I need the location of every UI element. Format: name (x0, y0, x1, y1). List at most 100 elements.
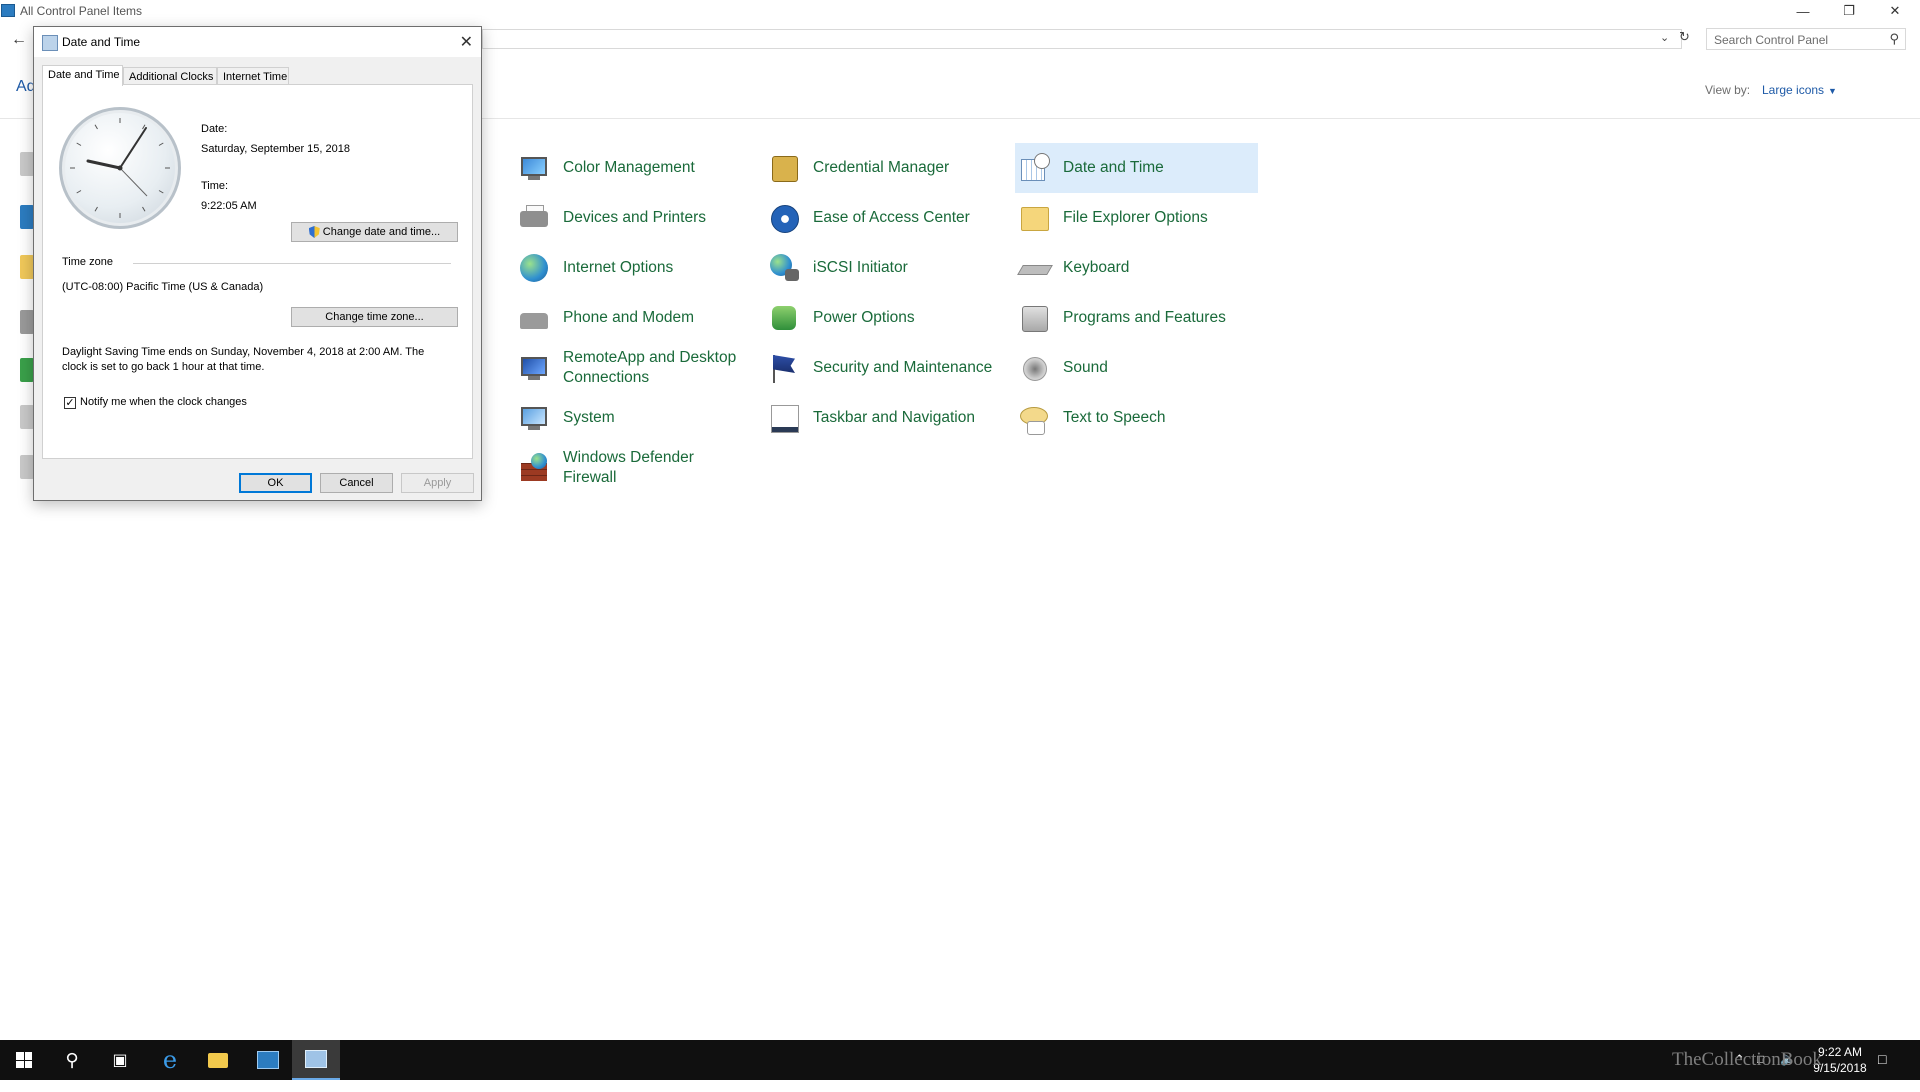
server-manager-icon[interactable] (244, 1040, 292, 1080)
hidden-item-icon[interactable] (20, 205, 34, 229)
dialog-titlebar: Date and Time ✕ (34, 27, 481, 57)
tab-internet-time[interactable]: Internet Time (217, 67, 289, 85)
ok-button[interactable]: OK (239, 473, 312, 493)
minimize-button[interactable]: — (1780, 0, 1826, 22)
item-ease-of-access[interactable]: Ease of Access Center (767, 194, 1002, 242)
date-time-tab-panel: Date: Saturday, September 15, 2018 Time:… (42, 84, 473, 459)
time-label: Time: (201, 180, 229, 192)
item-programs-features[interactable]: Programs and Features (1017, 294, 1257, 342)
file-explorer-icon[interactable] (194, 1040, 242, 1080)
item-label-line2: Connections (563, 369, 650, 386)
hidden-item-icon[interactable] (20, 255, 34, 279)
item-credential-manager[interactable]: Credential Manager (767, 144, 1002, 192)
timezone-value: (UTC-08:00) Pacific Time (US & Canada) (62, 281, 264, 293)
remoteapp-icon (517, 351, 551, 385)
item-windows-firewall[interactable]: Windows Defender Firewall (517, 444, 752, 492)
item-phone-modem[interactable]: Phone and Modem (517, 294, 752, 342)
item-remoteapp[interactable]: RemoteApp and Desktop Connections (517, 344, 752, 392)
view-by-dropdown[interactable]: Large icons ▼ (1762, 83, 1837, 97)
start-button[interactable] (0, 1040, 48, 1080)
taskbar: ⚲ ▣ e ⌃ □ 🔈 9:22 AM 9/15/2018 □ (0, 1040, 1920, 1080)
change-date-time-button[interactable]: Change date and time... (291, 222, 458, 242)
timezone-heading: Time zone (62, 256, 113, 268)
close-button[interactable]: ✕ (1872, 0, 1918, 22)
date-time-icon (1017, 151, 1051, 185)
back-arrow-icon[interactable]: ← (11, 31, 27, 49)
ease-of-access-icon (767, 201, 801, 235)
apply-button[interactable]: Apply (401, 473, 474, 493)
iscsi-icon (767, 251, 801, 285)
hidden-item-icon[interactable] (20, 152, 34, 176)
internet-explorer-icon[interactable]: e (146, 1040, 194, 1080)
system-icon (517, 401, 551, 435)
shield-icon (308, 226, 320, 238)
item-sound[interactable]: Sound (1017, 344, 1257, 392)
window-title: All Control Panel Items (20, 4, 143, 18)
credential-manager-icon (767, 151, 801, 185)
hidden-item-icon[interactable] (20, 455, 34, 479)
folder-options-icon (1017, 201, 1051, 235)
item-keyboard[interactable]: Keyboard (1017, 244, 1257, 292)
date-label: Date: (201, 123, 228, 135)
power-options-icon (767, 301, 801, 335)
firewall-icon (517, 451, 551, 485)
date-value: Saturday, September 15, 2018 (201, 143, 351, 155)
item-system[interactable]: System (517, 394, 752, 442)
close-icon[interactable]: ✕ (460, 32, 473, 52)
hidden-item-icon[interactable] (20, 405, 34, 429)
view-by-value: Large icons (1762, 83, 1825, 97)
cancel-button[interactable]: Cancel (320, 473, 393, 493)
programs-features-icon (1017, 301, 1051, 335)
refresh-icon[interactable]: ↻ (1679, 29, 1690, 45)
item-date-time[interactable]: Date and Time (1015, 143, 1258, 193)
item-label-line1: Windows Defender (563, 449, 694, 466)
color-management-icon (517, 151, 551, 185)
item-devices-printers[interactable]: Devices and Printers (517, 194, 752, 242)
item-color-management[interactable]: Color Management (517, 144, 752, 192)
control-panel-icon (1, 4, 15, 17)
view-by-label: View by: (1705, 83, 1751, 97)
action-center-icon[interactable]: □ (1878, 1051, 1886, 1091)
change-timezone-button[interactable]: Change time zone... (291, 307, 458, 327)
item-file-explorer-options[interactable]: File Explorer Options (1017, 194, 1257, 242)
analog-clock (59, 107, 181, 229)
windows-logo-icon (16, 1052, 32, 1068)
security-flag-icon (767, 351, 801, 385)
item-taskbar-navigation[interactable]: Taskbar and Navigation (767, 394, 1002, 442)
search-icon[interactable]: ⚲ (1889, 31, 1899, 47)
keyboard-icon (1017, 251, 1053, 285)
dst-text-line1: Daylight Saving Time ends on Sunday, Nov… (62, 346, 425, 358)
printer-icon (517, 201, 551, 235)
date-time-dialog: Date and Time ✕ Date and Time Additional… (33, 26, 482, 501)
time-value: 9:22:05 AM (201, 200, 257, 212)
item-label-line1: RemoteApp and Desktop (563, 349, 737, 366)
phone-modem-icon (517, 301, 551, 335)
restore-button[interactable]: ❐ (1826, 0, 1872, 22)
watermark-text: TheCollectionBook (1672, 1049, 1822, 1070)
control-panel-taskbar-icon[interactable] (292, 1040, 340, 1080)
hidden-item-icon[interactable] (20, 310, 34, 334)
tab-date-and-time[interactable]: Date and Time (42, 65, 123, 86)
item-power-options[interactable]: Power Options (767, 294, 1002, 342)
item-iscsi-initiator[interactable]: iSCSI Initiator (767, 244, 1002, 292)
hidden-item-icon[interactable] (20, 358, 34, 382)
address-dropdown-icon[interactable]: ⌄ (1660, 31, 1669, 44)
watermark: TheCollectionBook (1672, 1040, 1822, 1080)
search-placeholder: Search Control Panel (1714, 33, 1829, 47)
timezone-divider (133, 263, 451, 264)
tab-additional-clocks[interactable]: Additional Clocks (123, 67, 217, 85)
item-text-to-speech[interactable]: Text to Speech (1017, 394, 1257, 442)
notify-checkbox[interactable]: ✓ (64, 397, 76, 409)
chevron-down-icon: ▼ (1828, 86, 1837, 96)
taskbar-icon (767, 401, 801, 435)
search-input[interactable]: Search Control Panel ⚲ (1706, 28, 1906, 50)
speech-icon (1017, 401, 1051, 435)
window-titlebar: All Control Panel Items — ❐ ✕ (0, 0, 1920, 22)
item-internet-options[interactable]: Internet Options (517, 244, 752, 292)
task-view-icon[interactable]: ▣ (96, 1040, 144, 1080)
date-time-icon (42, 35, 58, 51)
sound-icon (1017, 351, 1051, 385)
item-security-maintenance[interactable]: Security and Maintenance (767, 344, 1002, 392)
address-bar[interactable] (482, 29, 1682, 49)
search-icon[interactable]: ⚲ (48, 1040, 96, 1080)
